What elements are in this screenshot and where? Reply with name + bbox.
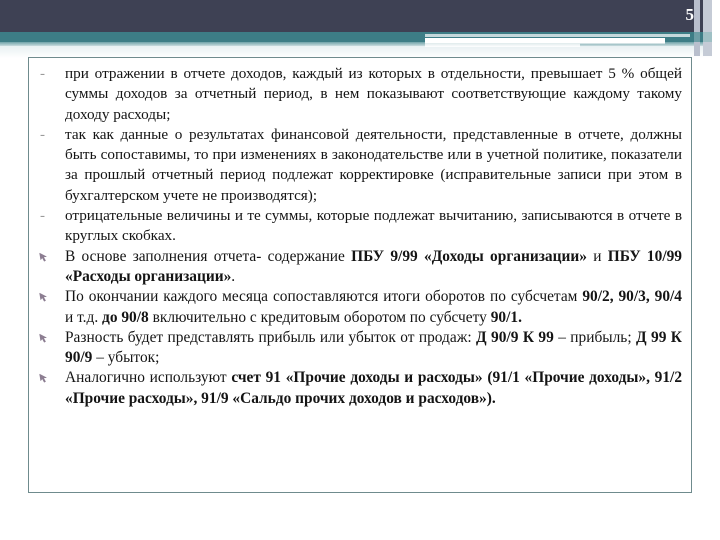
emphasis-text: 90/1. — [490, 308, 522, 326]
arrow-bullet-icon — [38, 247, 63, 262]
list-item: Аналогично используют счет 91 «Прочие до… — [38, 368, 682, 409]
list-item: - при отражении в отчете доходов, каждый … — [38, 64, 682, 125]
list-item-text: В основе заполнения отчета- содержание П… — [65, 248, 682, 285]
plain-text: – убыток; — [96, 349, 160, 367]
list-item-text: Аналогично используют счет 91 «Прочие до… — [65, 369, 682, 406]
list-item-text: при отражении в отчете доходов, каждый и… — [65, 65, 682, 123]
header-accent-bar-upper — [425, 34, 690, 37]
dash-bullet-icon: - — [40, 126, 45, 143]
dash-bullet-icon: - — [40, 208, 45, 225]
emphasis-text: ПБУ 9/99 «Доходы организации» — [351, 247, 594, 265]
page-number: 5 — [685, 5, 695, 24]
plain-text: включительно с кредитовым оборотом по су… — [152, 308, 491, 326]
plain-text: Разность будет представлять прибыль или … — [65, 328, 477, 346]
right-edge-strip-three — [712, 0, 720, 56]
arrow-bullet-icon — [38, 368, 63, 384]
right-edge-strip-two — [703, 0, 712, 56]
plain-text: По окончании каждого месяца сопоставляют… — [65, 288, 583, 306]
list-item: По окончании каждого месяца сопоставляют… — [38, 287, 682, 328]
plain-text: и т.д. — [65, 308, 103, 326]
slide-header-decoration: 5 — [0, 0, 720, 58]
list-item-text: По окончании каждого месяца сопоставляют… — [65, 288, 682, 325]
right-edge-strip-one — [694, 0, 700, 56]
arrow-bullet-icon — [38, 287, 63, 302]
list-item: Разность будет представлять прибыль или … — [38, 328, 682, 369]
emphasis-text: Д 90/9 К 99 — [476, 328, 559, 346]
list-item-text: отрицательные величины и те суммы, котор… — [65, 207, 682, 245]
dash-bullet-icon: - — [40, 66, 45, 82]
plain-text: и — [593, 247, 608, 265]
right-edge-teal-two — [703, 32, 712, 42]
right-edge-teal-one — [694, 32, 700, 42]
header-accent-bar-lower — [425, 43, 580, 47]
header-navy-band — [0, 0, 712, 32]
plain-text: Аналогично используют — [65, 369, 232, 387]
plain-text: . — [231, 267, 236, 285]
list-item: - отрицательные величины и те суммы, кото… — [38, 206, 682, 247]
plain-text: – прибыль; — [558, 328, 637, 346]
list-item-text: Разность будет представлять прибыль или … — [65, 329, 682, 366]
bullet-list: - при отражении в отчете доходов, каждый … — [38, 64, 682, 409]
list-item: - так как данные о результатах финансовой… — [38, 125, 682, 206]
content-text-box: - при отражении в отчете доходов, каждый … — [28, 57, 692, 493]
list-item: В основе заполнения отчета- содержание П… — [38, 247, 682, 288]
emphasis-text: 90/2, 90/3, 90/4 — [582, 288, 682, 306]
emphasis-text: до 90/8 — [102, 308, 153, 326]
plain-text: В основе заполнения отчета- содержание — [65, 247, 352, 265]
list-item-text: так как данные о результатах финансовой … — [65, 125, 682, 204]
arrow-bullet-icon — [38, 328, 63, 343]
